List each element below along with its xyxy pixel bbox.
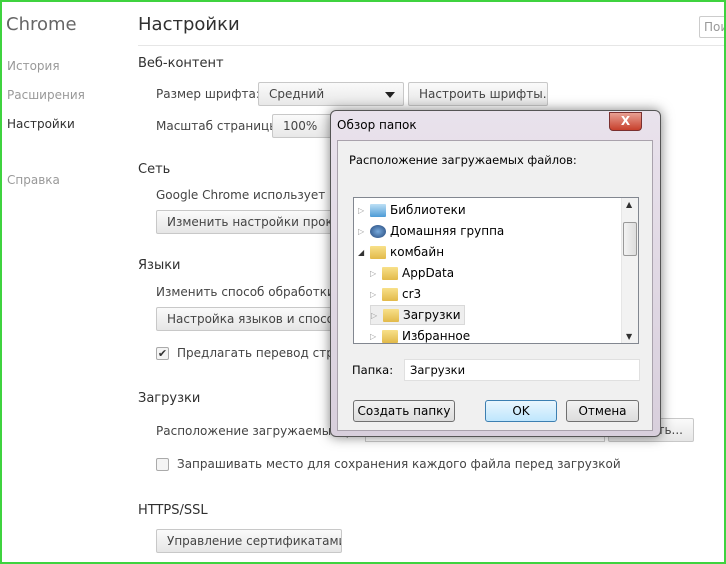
browse-folders-dialog: Обзор папок X Расположение загружаемых ф… [330, 110, 661, 437]
tree-item-label: Избранное [402, 329, 471, 343]
header-divider [138, 45, 726, 46]
network-text: Google Chrome использует нас [156, 188, 351, 202]
tree-item-label: комбайн [390, 245, 445, 259]
search-input[interactable]: Пои [699, 16, 726, 38]
homegroup-icon [370, 224, 386, 238]
collapse-icon: ◢ [358, 247, 365, 257]
manage-certificates-button[interactable]: Управление сертификатами... [156, 529, 342, 553]
expand-icon: ▷ [358, 226, 365, 236]
expand-icon: ▷ [370, 289, 377, 299]
expand-icon: ▷ [370, 268, 377, 278]
customize-fonts-button[interactable]: Настроить шрифты... [408, 82, 548, 106]
sidebar-item-extensions[interactable]: Расширения [7, 88, 85, 102]
close-icon: X [620, 114, 631, 128]
language-settings-button[interactable]: Настройка языков и способо [156, 307, 336, 331]
tree-item[interactable]: ◢ комбайн [358, 242, 444, 262]
tree-item[interactable]: ▷ AppData [370, 263, 454, 283]
tree-item[interactable]: ▷ cr3 [370, 284, 421, 304]
scrollbar-thumb[interactable] [623, 222, 637, 256]
checkmark-icon: ✔ [157, 347, 168, 360]
tree-item[interactable]: ▷ Библиотеки [358, 200, 466, 220]
dialog-prompt: Расположение загружаемых файлов: [349, 153, 577, 167]
translate-checkbox[interactable]: ✔ [156, 347, 169, 360]
expand-icon: ▷ [370, 331, 377, 341]
sidebar-item-help[interactable]: Справка [7, 173, 60, 187]
tree-scrollbar[interactable]: ▲ ▼ [621, 198, 638, 343]
ok-button[interactable]: OK [485, 400, 557, 422]
folder-label: Папка: [352, 363, 394, 377]
brand: Chrome [6, 14, 77, 35]
user-folder-icon [370, 245, 386, 259]
dropdown-arrow-icon [385, 92, 395, 98]
tree-item-label: AppData [402, 266, 455, 280]
section-network: Сеть [138, 162, 171, 177]
sidebar-item-history[interactable]: История [7, 59, 60, 73]
proxy-settings-button[interactable]: Изменить настройки прокси- [156, 210, 336, 234]
scroll-down-icon[interactable]: ▼ [626, 332, 632, 341]
dialog-body: Расположение загружаемых файлов: ▷ Библио… [337, 140, 653, 431]
section-web-content: Веб-контент [138, 56, 224, 71]
tree-item-label: Загрузки [403, 308, 461, 322]
tree-item-label: cr3 [402, 287, 422, 301]
languages-text: Изменить способ обработки и [156, 285, 347, 299]
sidebar-item-settings[interactable]: Настройки [7, 117, 75, 131]
folder-tree[interactable]: ▷ Библиотеки ▷ Домашняя группа ◢ комбайн ▷ A… [353, 197, 639, 344]
new-folder-button[interactable]: Создать папку [353, 400, 455, 422]
tree-item-selected[interactable]: ▷ Загрузки [370, 305, 465, 325]
dialog-title: Обзор папок [337, 118, 417, 132]
font-size-select[interactable]: Средний [258, 82, 404, 106]
scroll-up-icon[interactable]: ▲ [626, 200, 632, 209]
libraries-icon [370, 203, 386, 217]
tree-item[interactable]: ▷ Избранное [370, 326, 471, 343]
close-button[interactable]: X [609, 112, 642, 131]
downloads-folder-icon [383, 308, 399, 322]
tree-item[interactable]: ▷ Домашняя группа [358, 221, 504, 241]
section-https: HTTPS/SSL [138, 503, 208, 518]
section-languages: Языки [138, 258, 181, 273]
folder-icon [382, 266, 398, 280]
tree-item-label: Домашняя группа [390, 224, 505, 238]
section-downloads: Загрузки [138, 391, 201, 406]
font-size-label: Размер шрифта: [156, 87, 260, 101]
ask-location-checkbox[interactable] [156, 458, 169, 471]
page-title: Настройки [138, 14, 240, 35]
expand-icon: ▷ [358, 205, 365, 215]
folder-icon [382, 287, 398, 301]
font-size-value: Средний [269, 87, 325, 101]
folder-input[interactable]: Загрузки [404, 359, 640, 381]
expand-icon: ▷ [371, 310, 378, 320]
cancel-button[interactable]: Отмена [566, 400, 639, 422]
favorites-folder-icon [382, 329, 398, 343]
tree-item-label: Библиотеки [390, 203, 466, 217]
page-zoom-label: Масштаб страницы: [156, 119, 283, 133]
ask-location-label: Запрашивать место для сохранения каждого… [177, 457, 621, 471]
